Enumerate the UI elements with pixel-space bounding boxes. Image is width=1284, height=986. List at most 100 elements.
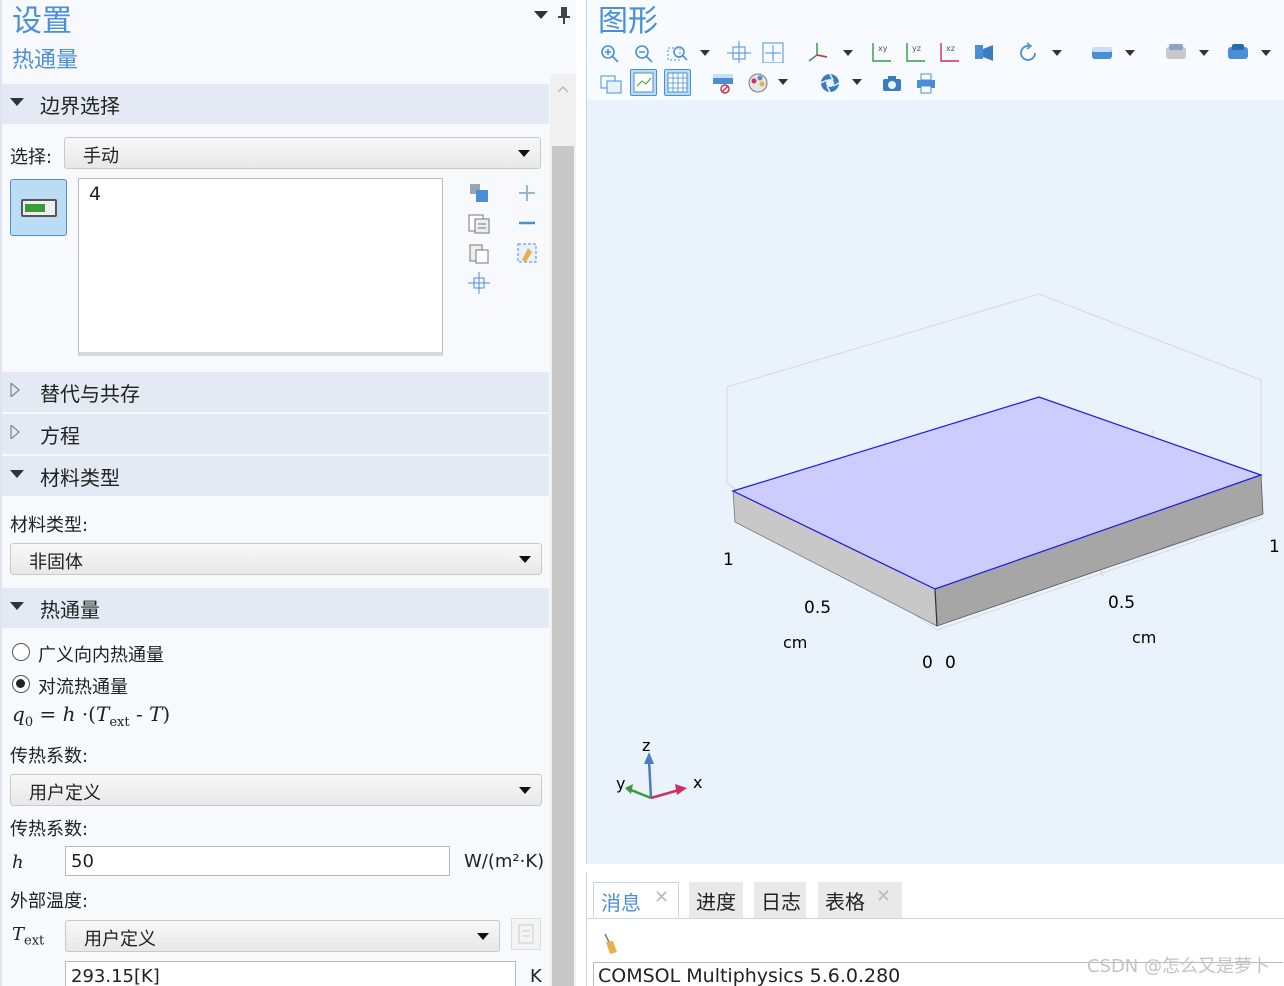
clear-selection-icon[interactable] [516, 242, 538, 264]
zoom-in-icon[interactable] [599, 43, 623, 65]
add-icon[interactable] [516, 182, 538, 204]
pin-button[interactable] [558, 6, 570, 28]
section-material-type[interactable]: 材料类型 [2, 456, 549, 496]
zoom-dropdown-icon[interactable] [700, 50, 710, 56]
selection-list-item[interactable]: 4 [89, 183, 101, 205]
scene-light-icon[interactable] [973, 41, 997, 63]
zoom-out-icon[interactable] [633, 43, 657, 65]
axis-tick-left-05: 0.5 [804, 598, 831, 618]
tab-table[interactable]: 表格 ✕ [818, 882, 902, 918]
coef-mode-value: 用户定义 [29, 783, 101, 804]
wireframe-dropdown-icon[interactable] [1125, 50, 1135, 56]
selection-list[interactable]: 4 [78, 178, 443, 356]
select-box-icon[interactable] [599, 72, 623, 94]
material-type-combo[interactable]: 非固体 [10, 543, 542, 575]
collapsed-triangle-icon [10, 381, 20, 401]
text-mode-value: 用户定义 [84, 929, 156, 950]
active-toggle-button[interactable] [10, 179, 67, 236]
triad-z-label: z [642, 736, 650, 755]
tab-log[interactable]: 日志 [754, 882, 806, 918]
text-value-field[interactable] [65, 961, 516, 986]
render-icon[interactable] [1227, 41, 1251, 63]
section-override[interactable]: 替代与共存 [2, 372, 549, 412]
radio-convective-flux[interactable] [12, 675, 30, 693]
aperture-icon[interactable] [819, 72, 843, 94]
close-tab-icon[interactable]: ✕ [654, 887, 669, 908]
expanded-triangle-icon [10, 599, 24, 615]
svg-text:xy: xy [878, 44, 888, 53]
text-value-input[interactable] [66, 962, 515, 986]
h-value-field[interactable] [65, 846, 450, 876]
render-dropdown-icon[interactable] [1261, 50, 1271, 56]
color-dropdown-icon[interactable] [778, 79, 788, 85]
section-label: 边界选择 [40, 94, 120, 118]
radio-label: 对流热通量 [38, 677, 128, 698]
xz-view-icon[interactable]: xz [937, 41, 961, 63]
h-value-input[interactable] [66, 847, 449, 875]
section-heat-flux[interactable]: 热通量 [2, 588, 549, 628]
yz-view-icon[interactable]: yz [903, 41, 927, 63]
expanded-triangle-icon [10, 95, 24, 111]
coordinate-triad: z x y [616, 736, 702, 800]
triad-x-label: x [693, 773, 702, 792]
section-equation[interactable]: 方程 [2, 414, 549, 454]
graphics-canvas[interactable]: 1 0.5 cm 1 0.5 cm 0 0 z x y [587, 100, 1284, 864]
collapsed-triangle-icon [10, 423, 20, 443]
axis-unit-right: cm [1132, 628, 1156, 647]
rotate-icon[interactable] [1017, 41, 1041, 63]
hide-icon[interactable] [711, 72, 735, 94]
external-temp-combo[interactable]: 用户定义 [65, 920, 500, 952]
section-label: 材料类型 [40, 466, 120, 490]
edit-expression-button[interactable] [511, 918, 541, 950]
transparency-icon[interactable] [1165, 41, 1189, 63]
selection-value: 手动 [83, 146, 119, 167]
graphics-title: 图形 [598, 4, 658, 39]
h-unit: W/(m²·K) [464, 851, 545, 872]
xy-view-icon[interactable]: xy [869, 41, 893, 63]
paste-selection-icon[interactable] [468, 212, 490, 234]
section-boundary-selection[interactable]: 边界选择 [2, 84, 549, 124]
section-label: 热通量 [40, 598, 100, 622]
heat-transfer-coef-combo[interactable]: 用户定义 [10, 774, 542, 806]
selection-combo[interactable]: 手动 [64, 137, 541, 169]
zoom-to-selection-icon[interactable] [468, 272, 490, 294]
material-type-label: 材料类型: [10, 515, 89, 536]
axis-dropdown-icon[interactable] [843, 50, 853, 56]
transparency-dropdown-icon[interactable] [1199, 50, 1209, 56]
remove-icon[interactable] [516, 212, 538, 234]
radio-general-inward-flux[interactable] [12, 643, 30, 661]
show-grid-toggle[interactable] [630, 69, 657, 96]
scrollbar-thumb[interactable] [552, 146, 574, 986]
grid-icon [667, 72, 688, 93]
dropdown-arrow-icon [519, 787, 531, 794]
axis-unit-left: cm [783, 633, 807, 652]
tab-progress[interactable]: 进度 [689, 882, 743, 918]
selection-label: 选择: [10, 147, 53, 168]
close-tab-icon[interactable]: ✕ [876, 886, 891, 907]
clipboard-icon[interactable] [468, 242, 490, 264]
wireframe-icon[interactable] [1091, 41, 1115, 63]
scroll-up-icon[interactable] [557, 82, 569, 96]
move-icon[interactable] [727, 41, 751, 63]
clear-messages-icon[interactable] [601, 932, 621, 956]
camera-icon[interactable] [881, 72, 905, 94]
svg-text:xz: xz [946, 44, 955, 53]
zoom-extents-icon[interactable] [761, 41, 785, 63]
rotate-dropdown-icon[interactable] [1052, 50, 1062, 56]
aperture-dropdown-icon[interactable] [852, 79, 862, 85]
axis-tick-left-1: 1 [723, 550, 734, 570]
panel-menu-button[interactable] [534, 8, 548, 23]
watermark: CSDN @怎么又是萝卜 [1086, 956, 1270, 977]
zoom-box-icon[interactable] [667, 43, 691, 65]
settings-scrollbar[interactable] [550, 74, 576, 986]
tab-messages[interactable]: 消息 ✕ [593, 882, 679, 919]
color-icon[interactable] [747, 72, 771, 94]
show-axes-toggle[interactable] [664, 69, 691, 96]
text-symbol: Text [12, 924, 45, 949]
dropdown-arrow-icon [477, 933, 489, 940]
toggle-switch-icon [21, 199, 57, 217]
print-icon[interactable] [915, 72, 939, 94]
copy-selection-icon[interactable] [468, 182, 490, 204]
grid-plot-icon [633, 72, 654, 93]
axis-orientation-icon[interactable] [805, 41, 829, 63]
